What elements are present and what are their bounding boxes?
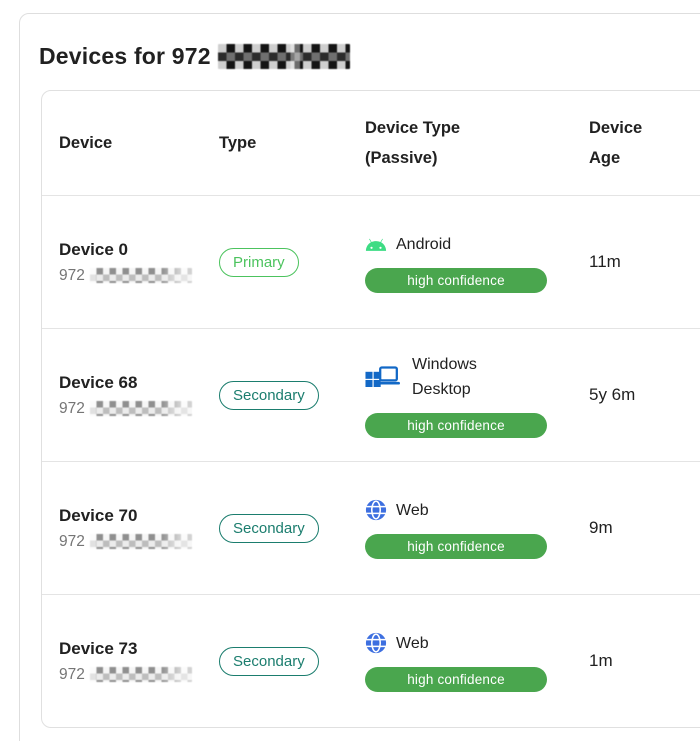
table-row[interactable]: Device 70 972 Secondary — [42, 461, 700, 594]
table-row[interactable]: Device 68 972 Secondary — [42, 328, 700, 461]
redacted-phone-number — [90, 534, 192, 549]
device-phone: 972 — [59, 533, 219, 551]
confidence-badge: high confidence — [365, 667, 547, 692]
device-type-label: Web — [396, 498, 429, 523]
device-type-cell: Web high confidence — [365, 498, 589, 559]
page-title-text: Devices for 972 — [39, 43, 211, 70]
table-row[interactable]: Device 0 972 Primary Android — [42, 195, 700, 328]
device-type-row: Android — [365, 232, 589, 257]
device-type-row: Web — [365, 498, 589, 523]
type-cell: Secondary — [219, 647, 365, 676]
device-name: Device 0 — [59, 240, 219, 260]
device-cell: Device 70 972 — [59, 506, 219, 551]
device-type-label: Web — [396, 631, 429, 656]
android-icon — [365, 237, 387, 252]
device-cell: Device 0 972 — [59, 240, 219, 285]
windows-desktop-icon — [365, 363, 403, 392]
phone-prefix: 972 — [59, 666, 85, 684]
page-title: Devices for 972 — [39, 43, 350, 70]
redacted-phone-number — [90, 268, 192, 283]
device-name: Device 73 — [59, 639, 219, 659]
device-age: 9m — [589, 518, 700, 538]
confidence-badge: high confidence — [365, 268, 547, 293]
type-cell: Primary — [219, 248, 365, 277]
device-cell: Device 73 972 — [59, 639, 219, 684]
device-age: 11m — [589, 252, 700, 272]
device-cell: Device 68 972 — [59, 373, 219, 418]
device-age: 1m — [589, 651, 700, 671]
web-icon — [365, 499, 387, 521]
column-header-type: Type — [219, 128, 365, 158]
device-type-label: Windows Desktop — [412, 352, 504, 402]
web-icon — [365, 632, 387, 654]
device-type-cell: Android high confidence — [365, 232, 589, 293]
device-phone: 972 — [59, 400, 219, 418]
device-age: 5y 6m — [589, 385, 700, 405]
table-body: Device 0 972 Primary Android — [42, 195, 700, 727]
type-badge: Secondary — [219, 514, 319, 543]
devices-table: Device Type Device Type (Passive) Device… — [41, 90, 700, 728]
table-header-row: Device Type Device Type (Passive) Device… — [42, 91, 700, 195]
redacted-phone-number — [90, 667, 192, 682]
type-badge: Secondary — [219, 647, 319, 676]
device-type-row: Windows Desktop — [365, 352, 589, 402]
device-type-cell: Web high confidence — [365, 631, 589, 692]
column-header-device-age: Device Age — [589, 113, 659, 173]
type-cell: Secondary — [219, 514, 365, 543]
device-name: Device 70 — [59, 506, 219, 526]
phone-prefix: 972 — [59, 533, 85, 551]
redacted-phone-number — [90, 401, 192, 416]
redacted-phone-number — [218, 44, 350, 69]
column-header-device-type-passive: Device Type (Passive) — [365, 113, 485, 173]
phone-prefix: 972 — [59, 400, 85, 418]
device-phone: 972 — [59, 666, 219, 684]
table-row[interactable]: Device 73 972 Secondary — [42, 594, 700, 727]
device-type-cell: Windows Desktop high confidence — [365, 352, 589, 438]
confidence-badge: high confidence — [365, 534, 547, 559]
device-name: Device 68 — [59, 373, 219, 393]
device-phone: 972 — [59, 267, 219, 285]
confidence-badge: high confidence — [365, 413, 547, 438]
device-type-label: Android — [396, 232, 451, 257]
column-header-device: Device — [59, 128, 219, 158]
type-badge: Secondary — [219, 381, 319, 410]
type-badge: Primary — [219, 248, 299, 277]
type-cell: Secondary — [219, 381, 365, 410]
phone-prefix: 972 — [59, 267, 85, 285]
device-type-row: Web — [365, 631, 589, 656]
devices-panel: Devices for 972 Device Type Device Type … — [19, 13, 700, 741]
